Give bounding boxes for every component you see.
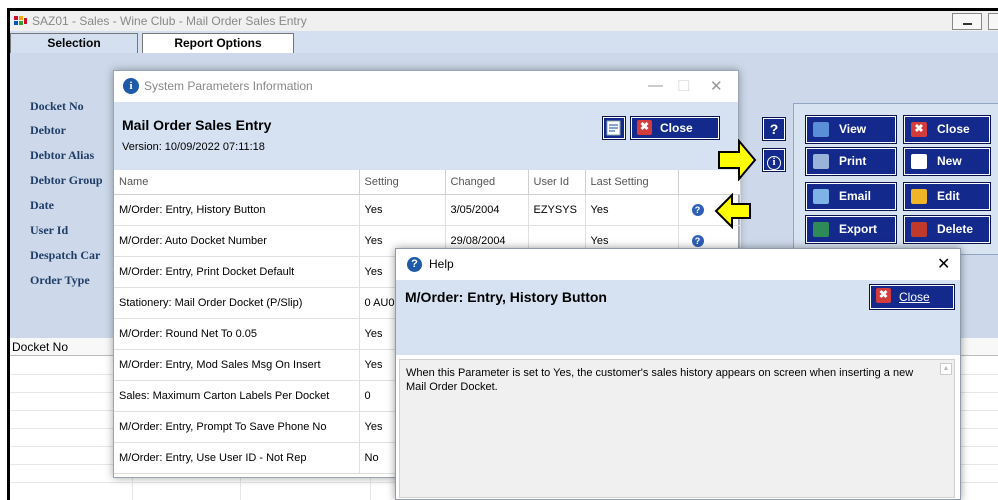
question-icon: ? [769, 121, 779, 137]
param-user-id: EZYSYS [528, 194, 586, 226]
param-name: M/Order: Auto Docket Number [114, 225, 360, 257]
param-name: M/Order: Entry, Prompt To Save Phone No [114, 411, 360, 443]
pointer-arrow-right-icon [718, 139, 757, 181]
param-changed: 3/05/2004 [445, 194, 529, 226]
column-header-setting[interactable]: Setting [359, 170, 446, 195]
dialog-title: System Parameters Information [144, 79, 313, 93]
excel-icon [813, 222, 829, 237]
param-name: M/Order: Entry, Print Docket Default [114, 256, 360, 288]
maximize-icon[interactable]: ☐ [677, 77, 690, 95]
field-label-user-id: User Id [30, 223, 69, 237]
delete-button[interactable]: Delete [903, 215, 991, 244]
param-name: Stationery: Mail Order Docket (P/Slip) [114, 287, 360, 319]
dialog-header: Mail Order Sales Entry Version: 10/09/20… [114, 102, 738, 170]
app-logo-icon [14, 16, 27, 25]
version-text: Version: 10/09/2022 07:11:18 [122, 141, 265, 153]
info-button[interactable]: i [762, 148, 786, 172]
help-question-icon[interactable]: ? [691, 203, 704, 216]
new-button[interactable]: New [903, 147, 991, 176]
printer-icon [813, 154, 829, 169]
column-header-last-setting[interactable]: Last Setting [585, 170, 679, 195]
help-question-icon: ? [407, 257, 422, 272]
edit-button[interactable]: Edit [903, 182, 991, 211]
column-header-changed[interactable]: Changed [445, 170, 529, 195]
field-label-order-type: Order Type [30, 273, 90, 287]
email-button[interactable]: Email [805, 182, 897, 211]
help-titlebar: ? Help ✕ [396, 249, 960, 280]
help-text-area[interactable]: When this Parameter is set to Yes, the c… [399, 359, 955, 498]
close-button[interactable]: ✖ Close [903, 115, 991, 144]
close-x-icon: ✖ [911, 122, 927, 137]
param-setting: Yes [359, 194, 446, 226]
dialog-heading: Mail Order Sales Entry [122, 117, 272, 133]
param-name: Sales: Maximum Carton Labels Per Docket [114, 380, 360, 412]
field-label-debtor: Debtor [30, 123, 66, 137]
field-label-debtor-alias: Debtor Alias [30, 148, 95, 162]
tab-report-options[interactable]: Report Options [142, 33, 294, 53]
maximize-button[interactable] [988, 13, 998, 30]
param-name: M/Order: Round Net To 0.05 [114, 318, 360, 350]
minimize-button[interactable] [952, 13, 982, 30]
close-icon[interactable]: ✕ [937, 254, 950, 274]
info-icon: i [767, 156, 781, 170]
field-label-debtor-group: Debtor Group [30, 173, 103, 187]
pencil-icon [911, 189, 927, 204]
field-label-date: Date [30, 198, 54, 212]
pointer-arrow-left-icon [714, 193, 751, 229]
param-name: M/Order: Entry, Use User ID - Not Rep [114, 442, 360, 474]
new-document-icon [911, 154, 927, 169]
info-icon: i [123, 78, 139, 94]
email-icon [813, 189, 829, 204]
window-titlebar: SAZ01 - Sales - Wine Club - Mail Order S… [10, 11, 998, 31]
help-button[interactable]: ? [762, 117, 786, 141]
notes-button[interactable] [602, 116, 626, 140]
dialog-close-button[interactable]: ✖ Close [630, 116, 720, 140]
field-label-despatch-carrier: Despatch Car [30, 248, 101, 262]
window-title: SAZ01 - Sales - Wine Club - Mail Order S… [32, 14, 307, 28]
action-button-panel: View ✖ Close Print New Email Edit Export [793, 103, 998, 255]
close-icon[interactable]: ✕ [710, 77, 723, 95]
param-name: M/Order: Entry, Mod Sales Msg On Insert [114, 349, 360, 381]
help-body-text: When this Parameter is set to Yes, the c… [406, 367, 914, 393]
table-row[interactable]: M/Order: Entry, History Button Yes 3/05/20… [114, 194, 741, 226]
table-header-row: Name Setting Changed User Id Last Settin… [114, 170, 741, 195]
tab-strip: Selection Report Options [10, 31, 998, 53]
help-question-icon[interactable]: ? [691, 234, 704, 247]
scroll-up-arrow-icon[interactable]: ▲ [940, 363, 952, 375]
help-title: Help [429, 257, 454, 271]
grid-column-docket-no[interactable]: Docket No [12, 340, 68, 354]
column-header-name[interactable]: Name [114, 170, 360, 195]
help-heading: M/Order: Entry, History Button [405, 289, 607, 305]
view-icon [813, 122, 829, 137]
dialog-titlebar: i System Parameters Information — ☐ ✕ [114, 71, 738, 102]
param-name: M/Order: Entry, History Button [114, 194, 360, 226]
minimize-icon[interactable]: — [648, 77, 663, 94]
trash-icon [911, 222, 927, 237]
param-last-setting: Yes [585, 194, 679, 226]
field-label-docket-no: Docket No [30, 99, 84, 113]
close-x-icon: ✖ [876, 288, 891, 303]
export-button[interactable]: Export [805, 215, 897, 244]
tab-selection[interactable]: Selection [10, 33, 138, 53]
close-x-icon: ✖ [637, 120, 652, 135]
notepad-icon [606, 120, 621, 136]
help-dialog: ? Help ✕ M/Order: Entry, History Button … [395, 248, 961, 500]
view-button[interactable]: View [805, 115, 897, 144]
column-header-user-id[interactable]: User Id [528, 170, 586, 195]
print-button[interactable]: Print [805, 147, 897, 176]
help-close-button[interactable]: ✖ Close [869, 284, 955, 310]
